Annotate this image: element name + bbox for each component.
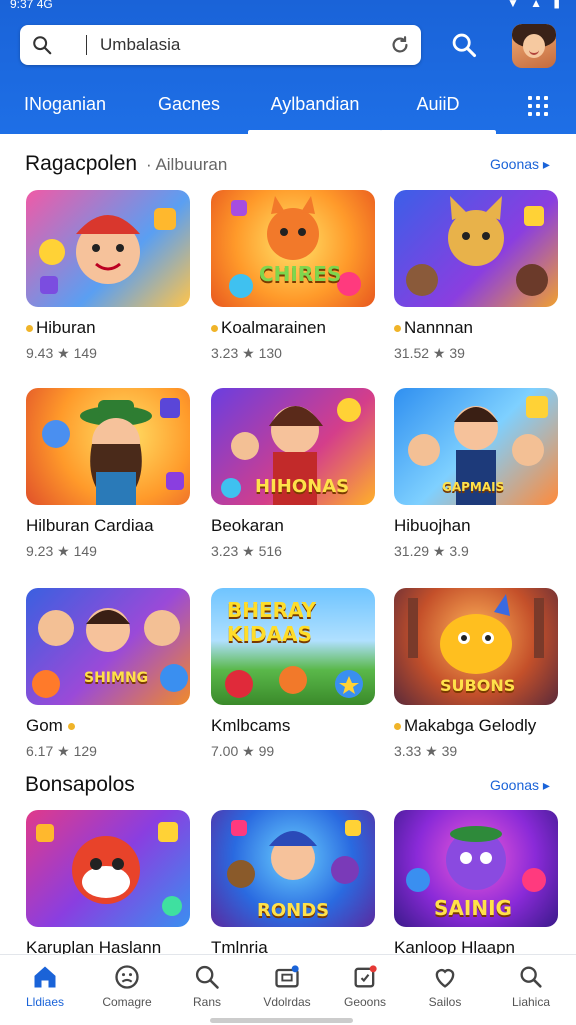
nav-item-categories[interactable]: Comagre [86,963,168,1023]
nav-item-library[interactable]: Vdolrdas [246,963,328,1023]
game-title: Kmlbcams [211,716,291,735]
game-rating: 31.29 ★ 3.9 [394,543,469,559]
game-rating: 31.52 ★ 39 [394,345,465,361]
game-thumbnail: CHIRES [211,190,375,307]
nav-label: Comagre [102,995,152,1009]
nav-item-updates[interactable]: Geoons [324,963,406,1023]
tab-item-active[interactable]: Aylbandian [248,82,382,134]
heart-icon [435,969,455,988]
nav-item-favorites[interactable]: Sailos [404,963,486,1023]
text-cursor [86,35,87,55]
game-title: Makabga Gelodly [394,716,536,736]
badge-dot [67,723,75,731]
tab-bar: INoganian Gacnes Aylbandian AuiiD [0,82,576,134]
game-rating: 6.17 ★ 129 [26,743,97,759]
section-more-link[interactable]: Goonas ▸ [490,777,550,794]
game-thumbnail: BHERAY KIDAAS [211,588,375,705]
status-icons: ▼ ▲ ▮ [506,0,564,10]
game-rating: 3.33 ★ 39 [394,743,458,759]
nav-label: Vdolrdas [263,995,311,1009]
game-title: Hiburan [26,318,96,338]
game-title: Koalmarainen [211,318,326,338]
game-logo: SHIMNG [84,670,149,686]
nav-label: Lldiaes [25,995,65,1009]
search-input[interactable]: Umbalasia [100,35,180,55]
game-thumbnail: SAINIG [394,810,558,927]
status-time: 9:37 4G [10,0,53,11]
game-art [229,196,361,298]
game-logo: RONDS [257,900,330,921]
game-thumbnail: SUBONS [394,588,558,705]
game-art [42,398,184,505]
game-thumbnail: GAPMAIS [394,388,558,505]
search-icon[interactable] [450,31,478,59]
account-search-icon [520,966,542,988]
tab-item[interactable]: INoganian [20,82,110,134]
game-art [32,608,188,698]
game-title: Gom [26,716,78,736]
bottom-navigation: Lldiaes Comagre Rans Vdolrdas Geoons Sai… [0,954,576,1025]
tab-item[interactable]: Gacnes [150,82,228,134]
gamepad-icon [275,965,299,988]
game-art [406,196,548,296]
game-logo: SAINIG [434,896,512,920]
nav-label: Sailos [428,995,462,1009]
nav-item-search[interactable]: Rans [166,963,248,1023]
game-logo: SUBONS [440,676,516,695]
game-logo: HIHONAS [255,476,350,497]
badge-dot [394,723,401,731]
game-title: Beokaran [211,516,284,535]
nav-label: Geoons [343,995,387,1009]
game-logo: BHERAY KIDAAS [227,598,317,646]
tab-item[interactable]: AuiiD [380,82,496,134]
game-art [36,822,182,916]
game-logo: CHIRES [259,262,342,286]
home-icon [34,966,56,988]
nav-item-profile[interactable]: Liahica [490,963,572,1023]
game-logo: GAPMAIS [442,480,505,494]
badge-dot [26,325,33,333]
game-art [39,208,176,294]
game-title: Hibuojhan [394,516,471,535]
nav-label: Rans [192,995,221,1009]
game-rating: 3.23 ★ 130 [211,345,282,361]
game-thumbnail [394,190,558,307]
nav-label: Liahica [511,995,551,1009]
game-title: Hilburan Cardiaa [26,516,154,535]
badge-dot [211,325,218,333]
game-thumbnail [26,190,190,307]
game-rating: 9.23 ★ 149 [26,543,97,559]
section-title: Ragacpolen [25,152,138,175]
avatar[interactable] [512,24,556,68]
game-rating: 7.00 ★ 99 [211,743,275,759]
game-thumbnail [26,810,190,927]
game-thumbnail [26,388,190,505]
badge-dot [394,325,401,333]
edit-icon [354,965,377,988]
face-icon [115,965,139,989]
section-subtitle: · Ailbuuran [146,155,228,174]
status-bar: 9:37 4G ▼ ▲ ▮ [0,0,576,12]
nav-item-home[interactable]: Lldiaes [4,963,86,1023]
section-title: Bonsapolos [25,773,135,796]
search-icon [195,965,219,989]
game-thumbnail: SHIMNG [26,588,190,705]
home-indicator [210,1018,353,1023]
refresh-icon[interactable] [389,34,411,56]
game-thumbnail: RONDS [211,810,375,927]
game-thumbnail: HIHONAS [211,388,375,505]
game-rating: 9.43 ★ 149 [26,345,97,361]
apps-grid-icon[interactable] [528,96,548,116]
game-title: Nannnan [394,318,473,338]
search-bar[interactable]: Umbalasia [20,25,421,65]
search-icon [33,36,52,55]
game-rating: 3.23 ★ 516 [211,543,282,559]
section-more-link[interactable]: Goonas ▸ [490,156,550,173]
